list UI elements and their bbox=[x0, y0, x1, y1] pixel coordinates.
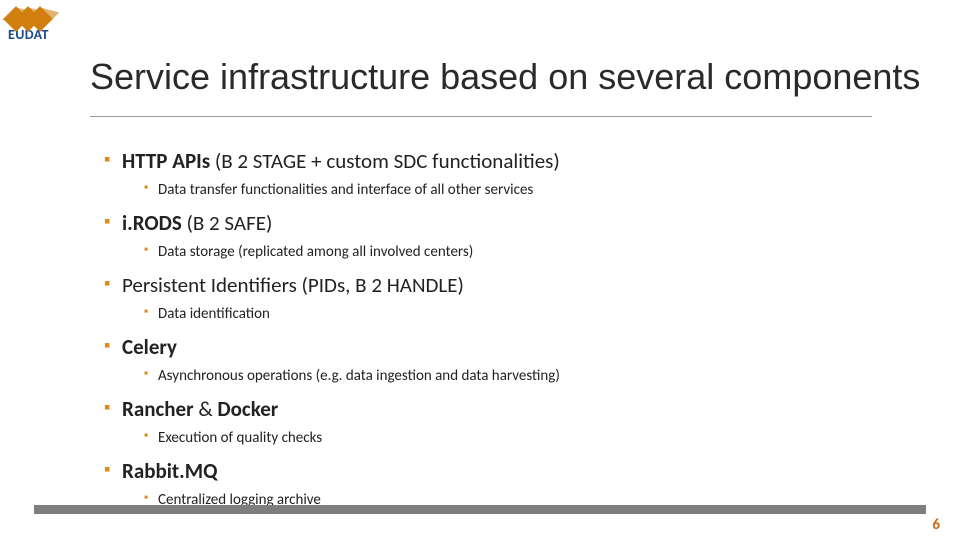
sub-item: Data storage (replicated among all invol… bbox=[144, 243, 874, 262]
item-text: Celery bbox=[104, 334, 874, 360]
item-rest: (B 2 STAGE + custom SDC functionalities) bbox=[215, 148, 560, 174]
brand-logo: EUDAT bbox=[10, 6, 49, 43]
item-bold: HTTP APIs bbox=[122, 148, 215, 174]
sub-list: Execution of quality checks bbox=[144, 429, 874, 448]
list-item: Rancher & Docker Execution of quality ch… bbox=[104, 396, 874, 448]
sub-list: Data identification bbox=[144, 305, 874, 324]
item-bold-2: Docker bbox=[217, 396, 278, 422]
sub-item: Asynchronous operations (e.g. data inges… bbox=[144, 367, 874, 386]
sub-list: Data transfer functionalities and interf… bbox=[144, 181, 874, 200]
item-text: HTTP APIs (B 2 STAGE + custom SDC functi… bbox=[104, 148, 874, 174]
item-text: Persistent Identifiers (PIDs, B 2 HANDLE… bbox=[104, 272, 874, 298]
sub-item: Data identification bbox=[144, 305, 874, 324]
item-rest: & bbox=[198, 396, 217, 422]
item-rest: Persistent Identifiers (PIDs, B 2 HANDLE… bbox=[122, 272, 464, 298]
sub-item: Execution of quality checks bbox=[144, 429, 874, 448]
list-item: Persistent Identifiers (PIDs, B 2 HANDLE… bbox=[104, 272, 874, 324]
item-text: Rabbit.MQ bbox=[104, 458, 874, 484]
item-bold: Rancher bbox=[122, 396, 198, 422]
list-item: Rabbit.MQ Centralized logging archive bbox=[104, 458, 874, 510]
list-item: Celery Asynchronous operations (e.g. dat… bbox=[104, 334, 874, 386]
title-rule bbox=[90, 116, 872, 117]
sub-list: Data storage (replicated among all invol… bbox=[144, 243, 874, 262]
item-rest: (B 2 SAFE) bbox=[187, 210, 273, 236]
slide: EUDAT Service infrastructure based on se… bbox=[0, 0, 960, 540]
sub-list: Asynchronous operations (e.g. data inges… bbox=[144, 367, 874, 386]
sub-item: Data transfer functionalities and interf… bbox=[144, 181, 874, 200]
page-number: 6 bbox=[932, 516, 940, 534]
bullet-list: HTTP APIs (B 2 STAGE + custom SDC functi… bbox=[104, 148, 874, 520]
page-title: Service infrastructure based on several … bbox=[90, 56, 920, 98]
item-text: i.RODS (B 2 SAFE) bbox=[104, 210, 874, 236]
logo-cubes-icon bbox=[10, 6, 49, 24]
item-text: Rancher & Docker bbox=[104, 396, 874, 422]
item-bold: i.RODS bbox=[122, 210, 187, 236]
item-bold: Rabbit.MQ bbox=[122, 458, 218, 484]
footer-bar bbox=[34, 505, 926, 514]
list-item: i.RODS (B 2 SAFE) Data storage (replicat… bbox=[104, 210, 874, 262]
list-item: HTTP APIs (B 2 STAGE + custom SDC functi… bbox=[104, 148, 874, 200]
item-bold: Celery bbox=[122, 334, 177, 360]
